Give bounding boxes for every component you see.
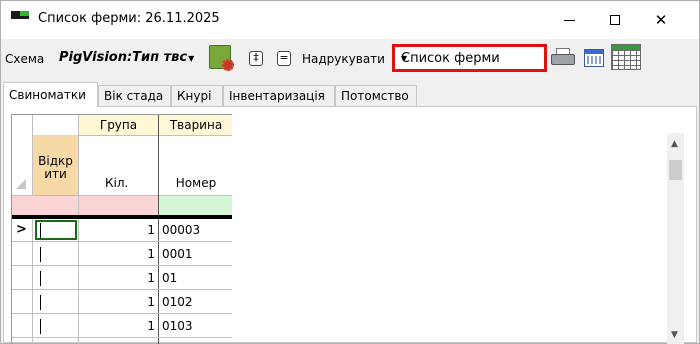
open-checkbox[interactable] — [40, 319, 41, 334]
grid-table-icon[interactable] — [611, 44, 641, 70]
data-grid: Група Тварина Відкр ити Кіл. Номер > 1 0… — [11, 114, 232, 344]
close-icon: ✕ — [654, 11, 668, 29]
select-all-corner[interactable] — [16, 179, 26, 189]
schema-value: PigVision:Тип твс — [59, 50, 188, 65]
scroll-down-icon[interactable]: ▼ — [671, 330, 678, 340]
schema-dropdown[interactable]: PigVision:Тип твс▼ — [59, 50, 194, 65]
table-row[interactable]: 1 01 — [12, 267, 232, 290]
group-header-animal: Тварина — [159, 115, 232, 135]
table-row[interactable]: 1 0103 — [12, 315, 232, 338]
tab-inventory[interactable]: Інвентаризація — [223, 85, 335, 106]
expand-rows-button[interactable]: ‡ — [249, 51, 263, 66]
tab-sows[interactable]: Свиноматки — [3, 82, 98, 107]
cell-qty: 1 — [147, 319, 155, 333]
group-header-group: Група — [79, 115, 158, 135]
cell-qty: 1 — [147, 271, 155, 285]
cell-number: 0103 — [162, 319, 193, 333]
table-row[interactable]: 1 0102 — [12, 291, 232, 314]
filter-cell-number[interactable] — [159, 195, 232, 215]
scroll-up-icon[interactable]: ▲ — [671, 139, 678, 149]
app-window: Список ферми: 26.11.2025 ✕ Схема PigVisi… — [0, 0, 700, 344]
content-panel: Група Тварина Відкр ити Кіл. Номер > 1 0… — [3, 106, 697, 344]
cell-number: 01 — [162, 271, 178, 285]
cell-qty: 1 — [147, 295, 155, 309]
focused-cell[interactable] — [35, 220, 77, 240]
scroll-thumb[interactable] — [669, 160, 682, 180]
toolbar: Схема PigVision:Тип твс▼ ‡ = Надрукувати… — [1, 40, 699, 78]
vertical-scrollbar[interactable]: ▲ ▼ — [667, 133, 684, 344]
column-header-qty-label: Кіл. — [105, 176, 129, 190]
column-header-open-label: Відкр ити — [38, 154, 73, 181]
table-row[interactable]: 1 0001 — [12, 243, 232, 266]
report-gear-icon[interactable] — [207, 43, 237, 73]
row-indicator: > — [16, 222, 27, 237]
cell-number: 0001 — [162, 247, 193, 261]
column-header-open[interactable]: Відкр ити — [33, 135, 78, 195]
collapse-rows-button[interactable]: = — [277, 51, 291, 66]
window-title: Список ферми: 26.11.2025 — [38, 11, 220, 26]
table-row[interactable]: > 1 00003 — [12, 219, 232, 242]
chevron-down-icon: ▼ — [188, 54, 195, 63]
tab-offspring[interactable]: Потомство — [335, 85, 417, 106]
open-checkbox[interactable] — [40, 247, 41, 262]
print-label: Надрукувати — [302, 52, 385, 66]
filter-cell-qty[interactable] — [79, 195, 158, 215]
cell-qty: 1 — [147, 223, 155, 237]
maximize-icon — [610, 15, 620, 25]
app-icon — [11, 11, 29, 19]
open-checkbox[interactable] — [40, 295, 41, 310]
printer-icon[interactable] — [551, 48, 575, 68]
cell-number: 0102 — [162, 295, 193, 309]
chevron-down-icon: ▼ — [401, 54, 408, 63]
print-report-dropdown[interactable]: Список ферми ▼ — [392, 44, 547, 72]
tab-boars[interactable]: Кнурі — [171, 85, 223, 106]
title-bar: Список ферми: 26.11.2025 ✕ — [1, 1, 699, 39]
column-header-number[interactable]: Номер — [159, 135, 232, 195]
calendar-icon[interactable] — [584, 49, 604, 67]
minimize-icon — [563, 19, 575, 21]
column-header-qty[interactable]: Кіл. — [79, 135, 158, 195]
schema-label: Схема — [5, 52, 45, 66]
cell-number: 00003 — [162, 223, 201, 237]
close-button[interactable]: ✕ — [638, 1, 684, 39]
maximize-button[interactable] — [592, 1, 638, 39]
cell-qty: 1 — [147, 247, 155, 261]
column-header-number-label: Номер — [175, 176, 217, 190]
minimize-button[interactable] — [546, 1, 592, 39]
filter-cell-open[interactable] — [12, 195, 78, 215]
open-checkbox[interactable] — [40, 223, 41, 238]
open-checkbox[interactable] — [40, 271, 41, 286]
tab-herd-age[interactable]: Вік стада — [98, 85, 171, 106]
